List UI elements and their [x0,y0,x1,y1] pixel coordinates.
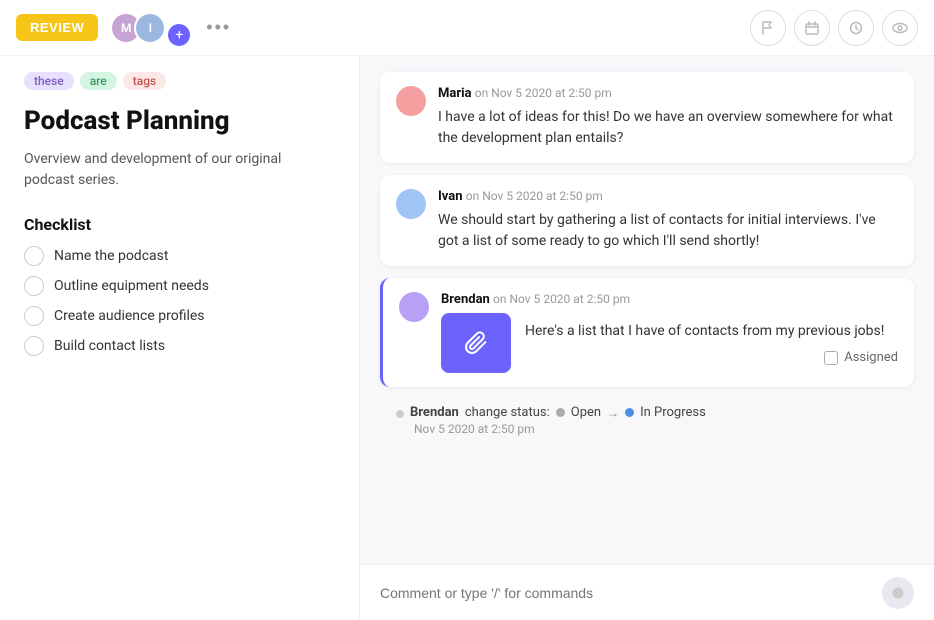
avatar-group: M I + [110,10,190,46]
comment-author-brendan: Brendan [441,292,490,307]
checklist-checkbox-4[interactable] [24,336,44,356]
assigned-row: Assigned [525,350,898,365]
comment-author-maria: Maria [438,86,472,101]
comment-body-ivan: Ivan on Nov 5 2020 at 2:50 pm We should … [438,189,898,252]
comment-header-brendan: Brendan on Nov 5 2020 at 2:50 pm [441,292,898,307]
checklist-item: Outline equipment needs [24,276,335,296]
checklist-checkbox-1[interactable] [24,246,44,266]
page-description: Overview and development of our original… [24,149,335,191]
status-dot-open [556,408,565,417]
page-title: Podcast Planning [24,106,335,137]
status-change-row: Brendan change status: Open → In Progres… [396,405,914,420]
assigned-checkbox[interactable] [824,351,838,365]
comment-author-ivan: Ivan [438,189,463,204]
right-panel: Maria on Nov 5 2020 at 2:50 pm I have a … [360,56,934,620]
status-change-time: Nov 5 2020 at 2:50 pm [396,422,914,436]
status-change: Brendan change status: Open → In Progres… [380,399,914,436]
tag-tags[interactable]: tags [123,72,166,90]
checklist: Name the podcast Outline equipment needs… [24,246,335,356]
checklist-label-1: Name the podcast [54,248,168,264]
attachment-thumbnail[interactable] [441,313,511,373]
comment-text-maria: I have a lot of ideas for this! Do we ha… [438,107,898,149]
add-member-button[interactable]: + [168,24,190,46]
comments-area: Maria on Nov 5 2020 at 2:50 pm I have a … [360,56,934,564]
checklist-label-4: Build contact lists [54,338,165,354]
tag-are[interactable]: are [80,72,117,90]
comment-body-brendan: Brendan on Nov 5 2020 at 2:50 pm Here's … [441,292,898,373]
checklist-item: Name the podcast [24,246,335,266]
comment-header-ivan: Ivan on Nov 5 2020 at 2:50 pm [438,189,898,204]
send-button[interactable] [882,577,914,609]
comment-meta-brendan: on Nov 5 2020 at 2:50 pm [493,292,630,306]
status-to: In Progress [640,405,706,420]
comment-meta-maria: on Nov 5 2020 at 2:50 pm [475,86,612,100]
checklist-checkbox-3[interactable] [24,306,44,326]
comment-header-maria: Maria on Nov 5 2020 at 2:50 pm [438,86,898,101]
calendar-icon-button[interactable] [794,10,830,46]
tag-these[interactable]: these [24,72,74,90]
flag-icon-button[interactable] [750,10,786,46]
time-icon-button[interactable] [838,10,874,46]
avatar-ivan [396,189,426,219]
comment-text-ivan: We should start by gathering a list of c… [438,210,898,252]
status-dot-inprogress [625,408,634,417]
comment-input-area [360,564,934,620]
checklist-item: Build contact lists [24,336,335,356]
assigned-label: Assigned [844,350,898,365]
checklist-label-2: Outline equipment needs [54,278,209,294]
comment-body-maria: Maria on Nov 5 2020 at 2:50 pm I have a … [438,86,898,149]
checklist-label-3: Create audience profiles [54,308,205,324]
bullet-icon [396,410,404,418]
checklist-checkbox-2[interactable] [24,276,44,296]
checklist-item: Create audience profiles [24,306,335,326]
status-change-author: Brendan [410,405,459,420]
status-from: Open [571,405,601,420]
tags-row: these are tags [24,72,335,90]
status-change-action: change status: [465,405,550,420]
comment-maria: Maria on Nov 5 2020 at 2:50 pm I have a … [380,72,914,163]
more-options-button[interactable]: ••• [206,17,231,38]
review-button[interactable]: REVIEW [16,14,98,41]
avatar-brendan [399,292,429,322]
comment-inner-brendan: Here's a list that I have of contacts fr… [441,313,898,373]
avatar-maria [396,86,426,116]
comment-brendan: Brendan on Nov 5 2020 at 2:50 pm Here's … [380,278,914,387]
avatar-ivan: I [134,12,166,44]
top-bar: REVIEW M I + ••• [0,0,934,56]
status-arrow-icon: → [607,406,619,420]
comment-ivan: Ivan on Nov 5 2020 at 2:50 pm We should … [380,175,914,266]
eye-icon-button[interactable] [882,10,918,46]
right-toolbar [750,10,918,46]
main-content: these are tags Podcast Planning Overview… [0,56,934,620]
checklist-heading: Checklist [24,215,335,234]
comment-text-brendan: Here's a list that I have of contacts fr… [525,321,898,365]
comment-input[interactable] [380,585,872,601]
comment-meta-ivan: on Nov 5 2020 at 2:50 pm [466,189,603,203]
left-panel: these are tags Podcast Planning Overview… [0,56,360,620]
